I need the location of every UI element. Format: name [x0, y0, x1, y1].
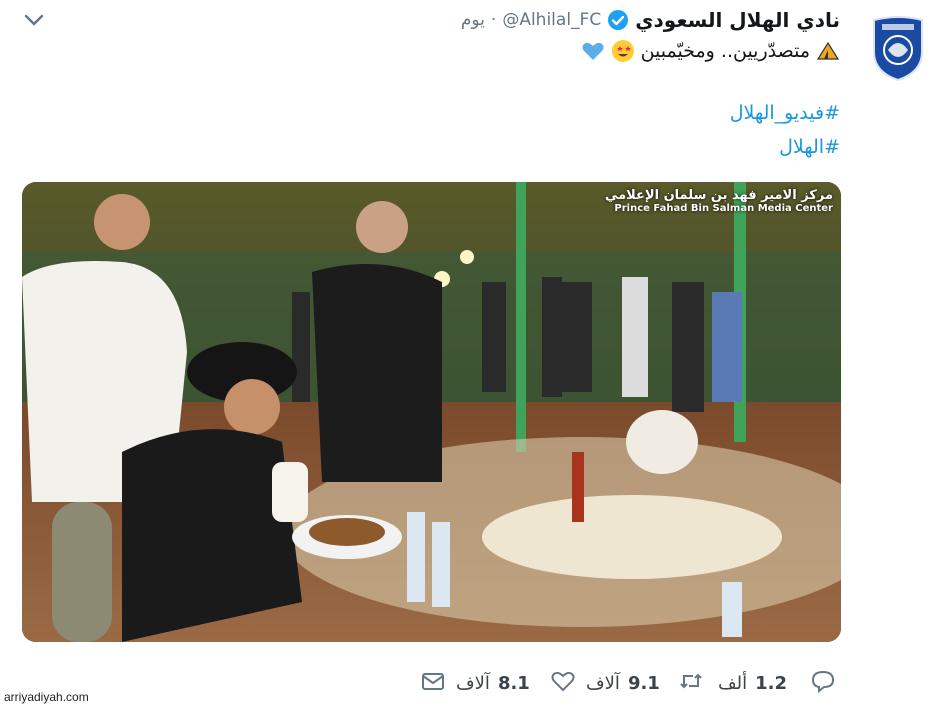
reply-button[interactable]	[810, 668, 836, 698]
hashtag-link[interactable]: #الهلال	[779, 136, 840, 158]
retweet-unit: آلاف	[586, 672, 620, 694]
tweet-header: نادي الهلال السعودي @Alhilal_FC · يوم	[461, 6, 840, 34]
star-struck-emoji-icon	[611, 39, 635, 63]
retweet-count: آلاف 9.1	[586, 668, 660, 698]
hashtag-link[interactable]: #فيديو_الهلال	[730, 102, 840, 124]
tweet-actions: آلاف 8.1 آلاف 9.1 ألف 1.2	[420, 668, 840, 698]
retweet-button[interactable]	[678, 668, 704, 698]
like-count: آلاف 8.1	[456, 668, 530, 698]
reply-unit: ألف	[718, 672, 748, 694]
tweet-body: متصدّريين.. ومخيّمبين	[640, 40, 810, 62]
separator-dot: ·	[490, 10, 497, 30]
handle[interactable]: @Alhilal_FC	[502, 10, 601, 30]
reply-icon	[810, 668, 836, 699]
timestamp[interactable]: يوم	[461, 10, 485, 30]
like-button[interactable]	[550, 668, 576, 698]
avatar[interactable]	[870, 14, 926, 82]
retweet-number: 9.1	[627, 672, 660, 694]
video-player[interactable]: مركز الامير فهد بن سلمان الإعلامي Prince…	[22, 182, 841, 642]
blue-heart-icon	[581, 39, 605, 63]
media-watermark: مركز الامير فهد بن سلمان الإعلامي Prince…	[605, 188, 833, 214]
source-credit: arriyadiyah.com	[4, 690, 89, 704]
verified-badge-icon	[607, 9, 629, 31]
watermark-english: Prince Fahad Bin Salman Media Center	[614, 203, 833, 214]
share-button[interactable]	[420, 668, 446, 698]
like-number: 8.1	[497, 672, 530, 694]
reply-count: ألف 1.2	[718, 668, 787, 698]
heart-icon	[550, 668, 576, 699]
display-name[interactable]: نادي الهلال السعودي	[635, 8, 840, 32]
tent-icon	[816, 39, 840, 63]
video-frame	[22, 182, 841, 642]
chevron-down-icon[interactable]	[22, 10, 46, 30]
envelope-icon	[420, 668, 446, 699]
retweet-icon	[678, 668, 704, 699]
like-unit: آلاف	[456, 672, 490, 694]
reply-number: 1.2	[755, 672, 788, 694]
watermark-arabic: مركز الامير فهد بن سلمان الإعلامي	[604, 188, 833, 203]
tweet-text: متصدّريين.. ومخيّمبين	[581, 36, 840, 66]
